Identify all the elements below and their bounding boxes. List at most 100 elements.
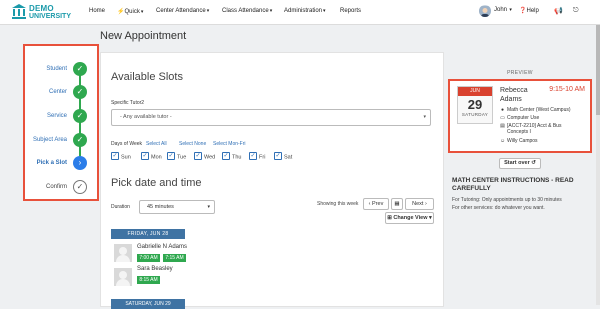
user-icon: ☺ bbox=[500, 138, 506, 144]
duration-select[interactable]: 45 minutes ▾ bbox=[139, 200, 215, 214]
step-pick-slot-label[interactable]: Pick a Slot bbox=[37, 160, 67, 166]
select-none-link[interactable]: Select None bbox=[179, 141, 206, 147]
step-service-label[interactable]: Service bbox=[47, 113, 67, 119]
day-checkbox-mon[interactable]: ✓ Mon bbox=[141, 152, 162, 161]
calendar-button[interactable]: ▦ bbox=[391, 198, 403, 210]
preview-service-text: Computer Use bbox=[507, 115, 540, 121]
check-icon: ✓ bbox=[73, 109, 87, 123]
step-student-label[interactable]: Student bbox=[46, 66, 67, 72]
day-label: Sun bbox=[121, 154, 131, 161]
next-label: Next bbox=[412, 201, 424, 207]
caret-down-icon: ▾ bbox=[207, 204, 210, 210]
checkbox-checked-icon: ✓ bbox=[274, 152, 282, 160]
preview-staff-text: Willy Campos bbox=[507, 138, 538, 144]
day-label: Sat bbox=[284, 154, 293, 161]
preview-name-line1: Rebecca bbox=[500, 87, 528, 94]
nav-center-attendance-label: Center Attendance bbox=[156, 8, 206, 14]
nav-quick[interactable]: ⚡Quick▾ bbox=[117, 8, 143, 15]
preview-service: ▭ Computer Use bbox=[500, 115, 539, 121]
nav-reports[interactable]: Reports bbox=[340, 8, 361, 14]
main-panel: Available Slots Specific Tutor2 - Any av… bbox=[100, 52, 444, 309]
day-checkbox-wed[interactable]: ✓ Wed bbox=[194, 152, 216, 161]
appointment-wizard: Student ✓ Center ✓ Service ✓ Subject Are… bbox=[23, 44, 99, 201]
chevron-right-icon: › bbox=[73, 156, 87, 170]
time-slot-button[interactable]: 7:00 AM bbox=[137, 254, 160, 262]
day-checkbox-sat[interactable]: ✓ Sat bbox=[274, 152, 293, 161]
map-marker-icon: ● bbox=[500, 107, 505, 113]
book-icon: ▤ bbox=[500, 123, 505, 129]
scrollbar-thumb[interactable] bbox=[596, 25, 600, 115]
showing-week-label: Showing this week bbox=[317, 201, 359, 207]
checkbox-checked-icon: ✓ bbox=[194, 152, 202, 160]
instructions-title: MATH CENTER INSTRUCTIONS - READ CAREFULL… bbox=[452, 177, 574, 192]
nav-administration[interactable]: Administration▾ bbox=[284, 8, 326, 14]
calendar-icon: ▦ bbox=[394, 201, 400, 207]
nav-administration-label: Administration bbox=[284, 8, 323, 14]
change-view-label: Change View bbox=[393, 215, 428, 221]
undo-icon: ↺ bbox=[529, 160, 536, 166]
next-week-button[interactable]: Next › bbox=[405, 198, 434, 210]
nav-home[interactable]: Home bbox=[89, 8, 105, 14]
user-avatar-image bbox=[479, 6, 491, 17]
nav-class-attendance-label: Class Attendance bbox=[222, 8, 269, 14]
preview-time: 9:15-10 AM bbox=[549, 86, 585, 93]
duration-label: Duration bbox=[111, 204, 130, 210]
user-avatar[interactable] bbox=[479, 5, 491, 17]
preview-name-line2: Adams bbox=[500, 96, 522, 103]
logo-text-line2: UNIVERSITY bbox=[29, 13, 72, 20]
instructions-line2: For other services: do whatever you want… bbox=[452, 205, 545, 211]
select-mon-fri-link[interactable]: Select Mon-Fri bbox=[213, 141, 246, 147]
calendar-weekday: SATURDAY bbox=[461, 112, 489, 117]
tutor-photo-placeholder bbox=[114, 268, 132, 286]
tutor-select-value: - Any available tutor - bbox=[120, 114, 172, 120]
nav-class-attendance[interactable]: Class Attendance▾ bbox=[222, 8, 272, 14]
page-title: New Appointment bbox=[100, 30, 187, 42]
logout-icon[interactable]: ⎋ bbox=[573, 7, 579, 15]
day-label: Mon bbox=[151, 154, 162, 161]
day-checkbox-tue[interactable]: ✓ Tue bbox=[167, 152, 187, 161]
megaphone-icon[interactable]: 📢 bbox=[554, 7, 563, 15]
step-subject-area-label[interactable]: Subject Area bbox=[33, 137, 67, 143]
day-label: Thu bbox=[232, 154, 242, 161]
day-checkbox-thu[interactable]: ✓ Thu bbox=[222, 152, 242, 161]
check-icon: ✓ bbox=[73, 85, 87, 99]
appointment-preview-card: JUN 29 SATURDAY Rebecca Adams 9:15-10 AM… bbox=[448, 79, 592, 153]
prev-week-button[interactable]: ‹ Prev bbox=[363, 198, 389, 210]
day-checkbox-sun[interactable]: ✓ Sun bbox=[111, 152, 131, 161]
day-checkbox-fri[interactable]: ✓ Fri bbox=[249, 152, 265, 161]
checkbox-checked-icon: ✓ bbox=[249, 152, 257, 160]
user-menu[interactable]: John ▾ bbox=[494, 7, 512, 13]
caret-down-icon: ▾ bbox=[323, 8, 326, 14]
start-over-button[interactable]: Start over ↺ bbox=[499, 158, 541, 169]
nav-quick-label: Quick bbox=[124, 9, 140, 15]
time-slot-button[interactable]: 7:15 AM bbox=[163, 254, 186, 262]
preview-center: ● Math Center (West Campus) bbox=[500, 107, 571, 113]
calendar-month: JUN bbox=[458, 87, 492, 96]
preview-staff: ☺ Willy Campos bbox=[500, 138, 538, 144]
user-name: John bbox=[494, 7, 508, 13]
step-confirm-label: Confirm bbox=[45, 184, 67, 190]
day-label: Wed bbox=[204, 154, 216, 161]
select-all-link[interactable]: Select All bbox=[146, 141, 167, 147]
available-slots-heading: Available Slots bbox=[111, 71, 183, 83]
university-logo[interactable]: DEMO UNIVERSITY bbox=[12, 2, 72, 22]
top-navbar: DEMO UNIVERSITY Home ⚡Quick▾ Center Atte… bbox=[0, 0, 600, 25]
change-view-button[interactable]: ⊞ Change View ▾ bbox=[385, 212, 434, 224]
checkbox-checked-icon: ✓ bbox=[167, 152, 175, 160]
tutor-photo-placeholder bbox=[114, 244, 132, 262]
time-slot-button[interactable]: 8:15 AM bbox=[137, 276, 160, 284]
preview-label: PREVIEW bbox=[507, 70, 533, 76]
preview-student-name: Rebecca Adams bbox=[500, 86, 528, 104]
building-icon bbox=[12, 4, 26, 19]
tutor-select[interactable]: - Any available tutor - ▾ bbox=[111, 109, 431, 126]
calendar-day: 29 bbox=[467, 97, 483, 112]
help-link[interactable]: ❓Help bbox=[519, 7, 539, 14]
checkbox-checked-icon: ✓ bbox=[141, 152, 149, 160]
preview-center-text: Math Center (West Campus) bbox=[507, 107, 571, 113]
nav-center-attendance[interactable]: Center Attendance▾ bbox=[156, 8, 209, 14]
day-header-saturday: SATURDAY, JUN 29 bbox=[111, 299, 185, 309]
day-label: Tue bbox=[177, 154, 187, 161]
start-over-label: Start over bbox=[504, 160, 530, 166]
check-icon: ✓ bbox=[73, 133, 87, 147]
step-center-label[interactable]: Center bbox=[49, 89, 67, 95]
